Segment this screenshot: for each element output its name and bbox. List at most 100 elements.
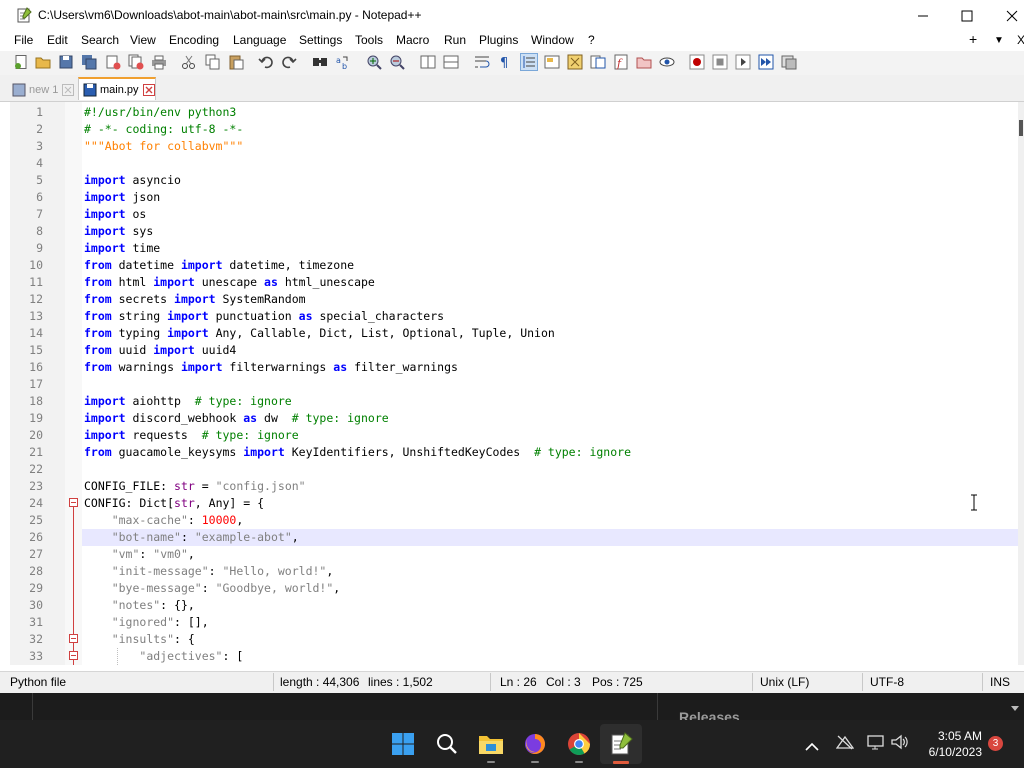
- close-all-icon[interactable]: [128, 54, 144, 70]
- code-line[interactable]: import json: [84, 189, 160, 206]
- sync-vertical-scroll-icon[interactable]: [420, 54, 436, 70]
- user-defined-language-icon[interactable]: [544, 54, 560, 70]
- code-line[interactable]: from datetime import datetime, timezone: [84, 257, 354, 274]
- save-icon[interactable]: [58, 54, 74, 70]
- code-line[interactable]: #!/usr/bin/env python3: [84, 104, 236, 121]
- menu-help[interactable]: ?: [588, 33, 595, 47]
- new-tab-plus-button[interactable]: +: [969, 31, 977, 47]
- code-line[interactable]: "ignored": [],: [84, 614, 209, 631]
- replace-icon[interactable]: ab: [335, 54, 351, 70]
- code-line[interactable]: """Abot for collabvm""": [84, 138, 243, 155]
- minimize-button[interactable]: [900, 0, 946, 31]
- chrome-icon[interactable]: [563, 728, 595, 760]
- status-eol-format[interactable]: Unix (LF): [760, 675, 809, 689]
- firefox-icon[interactable]: [519, 728, 551, 760]
- tab-main-py[interactable]: main.py: [78, 77, 156, 100]
- menu-view[interactable]: View: [130, 33, 156, 47]
- save-all-icon[interactable]: [81, 54, 97, 70]
- file-explorer-icon[interactable]: [475, 728, 507, 760]
- menu-edit[interactable]: Edit: [47, 33, 68, 47]
- paste-icon[interactable]: [228, 54, 244, 70]
- code-line[interactable]: "max-cache": 10000,: [84, 512, 244, 529]
- code-line[interactable]: # -*- coding: utf-8 -*-: [84, 121, 243, 138]
- code-line[interactable]: from typing import Any, Callable, Dict, …: [84, 325, 555, 342]
- code-line[interactable]: from uuid import uuid4: [84, 342, 236, 359]
- code-line[interactable]: from string import punctuation as specia…: [84, 308, 444, 325]
- notepad-plus-plus-taskbar-icon[interactable]: [605, 728, 637, 760]
- save-macro-icon[interactable]: [781, 54, 797, 70]
- maximize-button[interactable]: [944, 0, 990, 31]
- code-line[interactable]: import requests # type: ignore: [84, 427, 299, 444]
- code-line[interactable]: from html import unescape as html_unesca…: [84, 274, 375, 291]
- code-line[interactable]: from warnings import filterwarnings as f…: [84, 359, 458, 376]
- close-window-button[interactable]: [989, 0, 1024, 31]
- stop-recording-icon[interactable]: [712, 54, 728, 70]
- document-list-icon[interactable]: [590, 54, 606, 70]
- code-line[interactable]: "insults": {: [84, 631, 195, 648]
- run-macro-multiple-icon[interactable]: [758, 54, 774, 70]
- code-line[interactable]: import os: [84, 206, 146, 223]
- menu-window[interactable]: Window: [531, 33, 574, 47]
- undo-icon[interactable]: [258, 54, 274, 70]
- network-disconnected-icon[interactable]: [835, 734, 855, 754]
- code-line[interactable]: CONFIG_FILE: str = "config.json": [84, 478, 306, 495]
- playback-macro-icon[interactable]: [735, 54, 751, 70]
- menu-settings[interactable]: Settings: [299, 33, 342, 47]
- menu-run[interactable]: Run: [444, 33, 466, 47]
- code-line[interactable]: CONFIG: Dict[str, Any] = {: [84, 495, 264, 512]
- code-line[interactable]: "notes": {},: [84, 597, 195, 614]
- redo-icon[interactable]: [281, 54, 297, 70]
- menu-file[interactable]: File: [14, 33, 33, 47]
- scrollbar-thumb[interactable]: [1019, 120, 1023, 136]
- new-file-icon[interactable]: [13, 54, 29, 70]
- fold-collapse-icon[interactable]: [69, 634, 78, 643]
- fold-collapse-icon[interactable]: [69, 651, 78, 660]
- menu-tools[interactable]: Tools: [355, 33, 383, 47]
- cut-icon[interactable]: [181, 54, 197, 70]
- menu-macro[interactable]: Macro: [396, 33, 429, 47]
- copy-icon[interactable]: [205, 54, 221, 70]
- word-wrap-icon[interactable]: [474, 54, 490, 70]
- indent-guide-icon[interactable]: [520, 53, 538, 71]
- zoom-out-icon[interactable]: [389, 54, 405, 70]
- code-line[interactable]: import time: [84, 240, 160, 257]
- status-encoding[interactable]: UTF-8: [870, 675, 904, 689]
- menu-encoding[interactable]: Encoding: [169, 33, 219, 47]
- code-line[interactable]: "bot-name": "example-abot",: [84, 529, 299, 546]
- close-file-icon[interactable]: [105, 54, 121, 70]
- zoom-in-icon[interactable]: [366, 54, 382, 70]
- code-line[interactable]: "adjectives": [: [84, 648, 243, 665]
- notification-badge[interactable]: 3: [988, 736, 1003, 751]
- display-icon[interactable]: [867, 734, 885, 754]
- function-list-icon[interactable]: f: [613, 54, 629, 70]
- tab-close-icon[interactable]: [142, 83, 155, 96]
- fold-collapse-icon[interactable]: [69, 498, 78, 507]
- show-all-characters-icon[interactable]: ¶: [497, 54, 513, 70]
- code-line[interactable]: import sys: [84, 223, 153, 240]
- open-file-icon[interactable]: [35, 54, 51, 70]
- code-line[interactable]: "init-message": "Hello, world!",: [84, 563, 334, 580]
- code-line[interactable]: from secrets import SystemRandom: [84, 291, 306, 308]
- close-tab-button[interactable]: X: [1017, 33, 1024, 47]
- clock-date[interactable]: 6/10/2023: [910, 745, 982, 759]
- menu-language[interactable]: Language: [233, 33, 286, 47]
- code-line[interactable]: import aiohttp # type: ignore: [84, 393, 292, 410]
- document-map-icon[interactable]: [567, 54, 583, 70]
- sync-horizontal-scroll-icon[interactable]: [443, 54, 459, 70]
- code-editor[interactable]: 1 #!/usr/bin/env python3 2 # -*- coding: ut…: [10, 102, 1018, 665]
- monitoring-eye-icon[interactable]: [659, 54, 675, 70]
- tab-list-dropdown-button[interactable]: ▼: [994, 35, 1004, 46]
- code-line[interactable]: from guacamole_keysyms import KeyIdentif…: [84, 444, 631, 461]
- find-icon[interactable]: [312, 54, 328, 70]
- show-hidden-icons-chevron-icon[interactable]: [805, 737, 819, 756]
- record-macro-icon[interactable]: [689, 54, 705, 70]
- search-icon[interactable]: [431, 728, 463, 760]
- vertical-scrollbar[interactable]: [1018, 102, 1024, 665]
- clock-time[interactable]: 3:05 AM: [920, 729, 982, 743]
- code-line[interactable]: "vm": "vm0",: [84, 546, 195, 563]
- menu-search[interactable]: Search: [81, 33, 119, 47]
- code-line[interactable]: import asyncio: [84, 172, 181, 189]
- code-line[interactable]: "bye-message": "Goodbye, world!",: [84, 580, 341, 597]
- volume-icon[interactable]: [891, 734, 909, 754]
- print-icon[interactable]: [151, 54, 167, 70]
